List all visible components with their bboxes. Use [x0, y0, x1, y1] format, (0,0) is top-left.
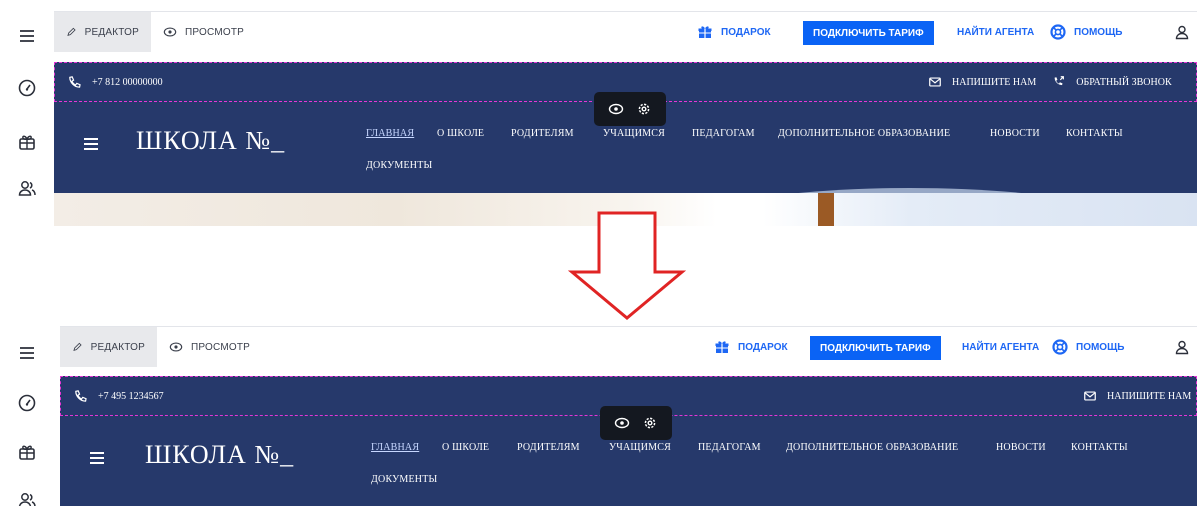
nav-item-teachers[interactable]: ПЕДАГОГАМ	[692, 128, 755, 139]
phone-icon	[75, 389, 87, 402]
gift-box-icon[interactable]	[15, 440, 39, 464]
phone-number: +7 495 1234567	[98, 390, 164, 402]
connect-tariff-button[interactable]: Подключить тариф	[810, 336, 941, 360]
editor-topbar: Редактор Просмотр Подарок Подключить тар…	[54, 11, 1197, 52]
callback-phone-icon	[1054, 76, 1065, 86]
nav-item-contacts[interactable]: КОНТАКТЫ	[1066, 128, 1123, 139]
menu-icon[interactable]	[15, 341, 39, 365]
site-header: +7 495 1234567 НАПИШИТЕ НАМ ШКОЛА №_ ГЛА…	[60, 376, 1197, 506]
phone-icon	[69, 75, 81, 88]
contact-links: НАПИШИТЕ НАМ	[1083, 377, 1191, 415]
editor-sidebar	[0, 322, 54, 506]
nav-item-students[interactable]: УЧАЩИМСЯ	[609, 442, 671, 453]
users-icon[interactable]	[15, 488, 39, 506]
phone-contact[interactable]: +7 495 1234567	[73, 377, 164, 415]
help-link[interactable]: Помощь	[1050, 12, 1122, 52]
site-burger-menu-icon[interactable]	[84, 138, 100, 150]
contact-links: НАПИШИТЕ НАМ ОБРАТНЫЙ ЗВОНОК	[928, 63, 1172, 101]
tab-preview[interactable]: Просмотр	[157, 327, 267, 367]
write-us-link[interactable]: НАПИШИТЕ НАМ	[952, 77, 1036, 88]
eye-icon	[169, 342, 183, 352]
gift-icon	[715, 341, 729, 353]
settings-gear-icon[interactable]	[642, 415, 658, 431]
gift-link-label: Подарок	[738, 341, 788, 353]
tab-preview[interactable]: Просмотр	[151, 12, 261, 52]
hero-image-detail	[818, 193, 834, 226]
callback-link[interactable]: ОБРАТНЫЙ ЗВОНОК	[1076, 77, 1171, 88]
pencil-icon	[73, 342, 82, 351]
dashboard-gauge-icon[interactable]	[15, 76, 39, 100]
nav-item-students[interactable]: УЧАЩИМСЯ	[603, 128, 665, 139]
mail-icon	[929, 77, 941, 87]
find-agent-link[interactable]: Найти агента	[957, 12, 1034, 52]
visibility-eye-icon[interactable]	[614, 415, 630, 431]
user-profile-icon[interactable]	[1174, 24, 1190, 40]
users-icon[interactable]	[15, 176, 39, 200]
editor-topbar: Редактор Просмотр Подарок Подключить тар…	[60, 326, 1197, 367]
nav-item-about[interactable]: О ШКОЛЕ	[442, 442, 489, 453]
site-logo[interactable]: ШКОЛА №_	[136, 126, 285, 156]
screenshot-before: Редактор Просмотр Подарок Подключить тар…	[0, 0, 1197, 226]
connect-tariff-button[interactable]: Подключить тариф	[803, 21, 934, 45]
editor-sidebar	[0, 0, 54, 226]
write-us-link[interactable]: НАПИШИТЕ НАМ	[1107, 391, 1191, 402]
dashboard-gauge-icon[interactable]	[15, 391, 39, 415]
nav-item-teachers[interactable]: ПЕДАГОГАМ	[698, 442, 761, 453]
help-link[interactable]: Помощь	[1052, 327, 1124, 367]
tab-preview-label: Просмотр	[191, 341, 251, 353]
nav-item-home[interactable]: ГЛАВНАЯ	[366, 128, 414, 139]
settings-gear-icon[interactable]	[636, 101, 652, 117]
site-burger-menu-icon[interactable]	[90, 452, 106, 464]
tab-editor-label: Редактор	[90, 341, 145, 353]
gift-link[interactable]: Подарок	[697, 12, 771, 52]
user-profile-icon[interactable]	[1174, 339, 1190, 355]
find-agent-link[interactable]: Найти агента	[962, 327, 1039, 367]
tab-editor[interactable]: Редактор	[60, 327, 157, 367]
mail-icon	[1084, 391, 1096, 401]
nav-item-news[interactable]: НОВОСТИ	[990, 128, 1040, 139]
gift-link-label: Подарок	[721, 26, 771, 38]
nav-item-parents[interactable]: РОДИТЕЛЯМ	[511, 128, 574, 139]
tab-preview-label: Просмотр	[185, 26, 245, 38]
nav-item-parents[interactable]: РОДИТЕЛЯМ	[517, 442, 580, 453]
site-header: +7 812 00000000 НАПИШИТЕ НАМ ОБРАТНЫЙ ЗВ…	[54, 62, 1197, 193]
visibility-eye-icon[interactable]	[608, 101, 624, 117]
site-logo[interactable]: ШКОЛА №_	[145, 440, 294, 470]
eye-icon	[163, 27, 177, 37]
tab-editor-label: Редактор	[84, 26, 139, 38]
nav-item-extra-education[interactable]: ДОПОЛНИТЕЛЬНОЕ ОБРАЗОВАНИЕ	[786, 442, 958, 453]
pencil-icon	[67, 27, 76, 36]
transition-down-arrow	[568, 211, 686, 320]
help-link-label: Помощь	[1076, 341, 1125, 353]
phone-contact[interactable]: +7 812 00000000	[67, 63, 163, 101]
lifebuoy-icon	[1050, 24, 1066, 40]
nav-item-documents[interactable]: ДОКУМЕНТЫ	[366, 160, 432, 171]
nav-item-documents[interactable]: ДОКУМЕНТЫ	[371, 474, 437, 485]
nav-item-contacts[interactable]: КОНТАКТЫ	[1071, 442, 1128, 453]
nav-item-news[interactable]: НОВОСТИ	[996, 442, 1046, 453]
menu-icon[interactable]	[15, 24, 39, 48]
phone-number: +7 812 00000000	[92, 76, 163, 88]
nav-item-about[interactable]: О ШКОЛЕ	[437, 128, 484, 139]
lifebuoy-icon	[1052, 339, 1068, 355]
nav-item-extra-education[interactable]: ДОПОЛНИТЕЛЬНОЕ ОБРАЗОВАНИЕ	[778, 128, 950, 139]
gift-icon	[698, 26, 712, 38]
tab-editor[interactable]: Редактор	[54, 12, 151, 52]
help-link-label: Помощь	[1074, 26, 1123, 38]
nav-item-home[interactable]: ГЛАВНАЯ	[371, 442, 419, 453]
floating-block-toolbar	[600, 406, 672, 440]
gift-box-icon[interactable]	[15, 130, 39, 154]
screenshot-after: Редактор Просмотр Подарок Подключить тар…	[0, 322, 1197, 506]
gift-link[interactable]: Подарок	[714, 327, 788, 367]
floating-block-toolbar	[594, 92, 666, 126]
